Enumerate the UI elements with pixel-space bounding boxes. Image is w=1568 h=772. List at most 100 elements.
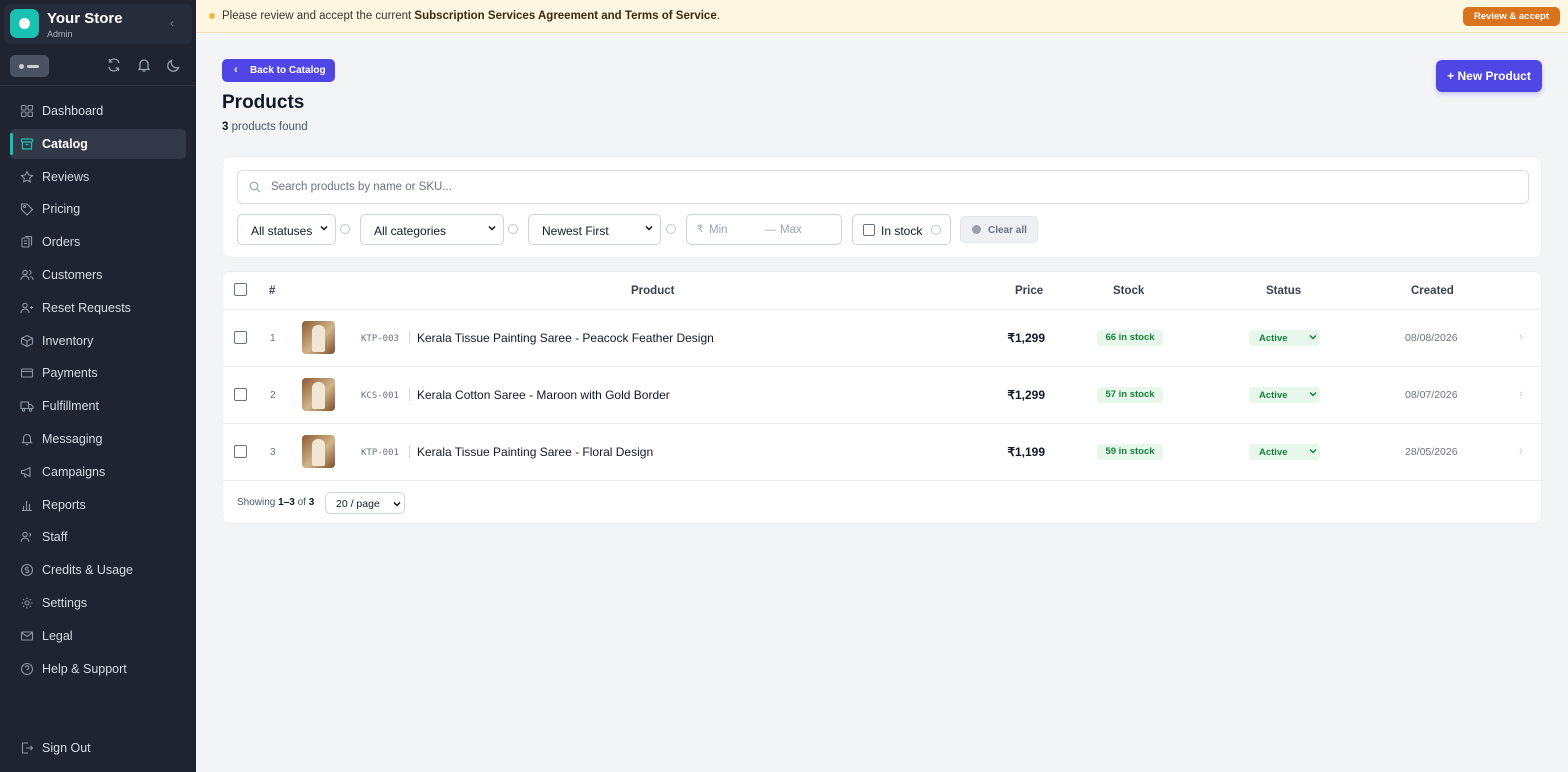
column-number: # <box>269 285 276 297</box>
megaphone-icon <box>20 465 34 479</box>
nav-item-dashboard[interactable]: Dashboard <box>10 96 186 126</box>
nav-item-staff[interactable]: Staff <box>10 522 186 552</box>
nav-label: Pricing <box>42 202 81 217</box>
review-accept-button[interactable]: Review & accept <box>1463 7 1560 26</box>
nav-item-payments[interactable]: Payments <box>10 358 186 388</box>
select-all-checkbox[interactable] <box>234 283 247 296</box>
bell-icon <box>20 432 34 446</box>
page-title: Products <box>222 92 305 113</box>
status-value: Active <box>1259 333 1288 344</box>
coin-icon <box>20 563 34 577</box>
product-name[interactable]: Kerala Tissue Painting Saree - Floral De… <box>417 445 653 459</box>
product-thumbnail <box>302 435 335 468</box>
mail-icon <box>20 629 34 643</box>
catalog-icon <box>20 137 34 151</box>
status-filter-select[interactable]: All statuses <box>237 214 336 245</box>
clear-icon <box>972 225 981 234</box>
status-select[interactable]: Active <box>1249 387 1320 403</box>
nav-label: Help & Support <box>42 661 127 676</box>
nav-item-settings[interactable]: Settings <box>10 588 186 618</box>
users-icon <box>20 268 34 282</box>
product-price: ₹1,299 <box>1007 388 1045 402</box>
in-stock-label: In stock <box>881 224 923 238</box>
chevron-down-icon <box>488 225 496 231</box>
nav-item-customers[interactable]: Customers <box>10 260 186 290</box>
nav-label: Reset Requests <box>42 300 131 315</box>
column-created[interactable]: Created <box>1411 285 1454 297</box>
sort-select[interactable]: Newest First <box>528 214 661 245</box>
info-icon[interactable] <box>931 225 941 235</box>
in-stock-checkbox[interactable] <box>863 224 875 236</box>
nav-label: Orders <box>42 235 81 250</box>
nav-item-pricing[interactable]: Pricing <box>10 194 186 224</box>
collapse-sidebar-icon[interactable]: ‹ <box>170 16 174 30</box>
product-name[interactable]: Kerala Tissue Painting Saree - Peacock F… <box>417 331 714 345</box>
row-checkbox[interactable] <box>234 445 247 458</box>
column-stock[interactable]: Stock <box>1113 285 1144 297</box>
stock-badge: 59 in stock <box>1097 444 1163 460</box>
store-role: Admin <box>47 29 73 39</box>
nav-item-reset-requests[interactable]: Reset Requests <box>10 293 186 323</box>
back-to-catalog-button[interactable]: ‹ Back to Catalog <box>222 59 335 82</box>
nav-item-help-support[interactable]: Help & Support <box>10 654 186 684</box>
nav-item-fulfillment[interactable]: Fulfillment <box>10 391 186 421</box>
nav-label: Legal <box>42 628 73 643</box>
nav-item-reviews[interactable]: Reviews <box>10 162 186 192</box>
nav-item-legal[interactable]: Legal <box>10 621 186 651</box>
nav-item-credits-usage[interactable]: Credits & Usage <box>10 555 186 585</box>
currency-symbol: ₹ <box>697 224 704 235</box>
table-row[interactable]: 3 KTP-001 Kerala Tissue Painting Saree -… <box>223 424 1543 481</box>
column-price[interactable]: Price <box>1015 285 1043 297</box>
nav-item-inventory[interactable]: Inventory <box>10 326 186 356</box>
warning-dot-icon <box>209 13 215 19</box>
nav-item-orders[interactable]: Orders <box>10 227 186 257</box>
clear-all-button[interactable]: Clear all <box>960 216 1038 243</box>
refresh-icon[interactable] <box>106 57 124 75</box>
row-checkbox[interactable] <box>234 331 247 344</box>
page-size-select[interactable]: 20 / page <box>325 492 405 514</box>
info-icon[interactable] <box>340 224 350 234</box>
table-header: # Product Price Stock Status Created <box>223 272 1543 310</box>
column-product[interactable]: Product <box>631 285 674 297</box>
product-thumbnail <box>302 378 335 411</box>
nav-item-reports[interactable]: Reports <box>10 490 186 520</box>
min-price-input[interactable]: Min <box>709 224 728 236</box>
sidebar-toolbar <box>0 50 196 86</box>
dark-mode-moon-icon[interactable] <box>166 57 184 75</box>
chevron-right-icon[interactable]: › <box>1519 445 1523 457</box>
row-checkbox[interactable] <box>234 388 247 401</box>
column-status[interactable]: Status <box>1266 285 1301 297</box>
clear-all-label: Clear all <box>988 225 1027 236</box>
product-sku: KCS-001 <box>361 391 399 401</box>
new-product-button[interactable]: + New Product <box>1436 60 1542 92</box>
chevron-right-icon[interactable]: › <box>1519 331 1523 343</box>
row-number: 3 <box>270 447 276 458</box>
status-select[interactable]: Active <box>1249 444 1320 460</box>
nav-item-messaging[interactable]: Messaging <box>10 424 186 454</box>
stock-badge: 66 in stock <box>1097 330 1163 346</box>
product-name[interactable]: Kerala Cotton Saree - Maroon with Gold B… <box>417 388 670 402</box>
store-logo-icon <box>10 9 39 38</box>
nav-label: Customers <box>42 267 103 282</box>
chevron-right-icon[interactable]: › <box>1519 388 1523 400</box>
search-input[interactable]: Search products by name or SKU... <box>237 170 1529 204</box>
reset-icon <box>20 301 34 315</box>
store-name: Your Store <box>47 10 123 27</box>
truck-icon <box>20 399 34 413</box>
sign-out-button[interactable]: Sign Out <box>10 733 186 761</box>
nav-item-campaigns[interactable]: Campaigns <box>10 457 186 487</box>
row-number: 1 <box>270 333 276 344</box>
max-price-input[interactable]: Max <box>780 224 802 236</box>
table-row[interactable]: 2 KCS-001 Kerala Cotton Saree - Maroon w… <box>223 367 1543 424</box>
nav-item-catalog[interactable]: Catalog <box>10 128 186 159</box>
notifications-bell-icon[interactable] <box>136 57 154 75</box>
banner-agreement-link[interactable]: Subscription Services Agreement and Term… <box>414 10 716 22</box>
info-icon[interactable] <box>666 224 676 234</box>
info-icon[interactable] <box>508 224 518 234</box>
category-filter-select[interactable]: All categories <box>360 214 504 245</box>
status-select[interactable]: Active <box>1249 330 1320 346</box>
table-row[interactable]: 1 KTP-003 Kerala Tissue Painting Saree -… <box>223 310 1543 367</box>
store-switcher[interactable]: Your Store Admin ‹ <box>4 4 192 44</box>
in-stock-filter[interactable]: In stock <box>852 214 951 245</box>
status-toggle[interactable] <box>10 55 49 77</box>
